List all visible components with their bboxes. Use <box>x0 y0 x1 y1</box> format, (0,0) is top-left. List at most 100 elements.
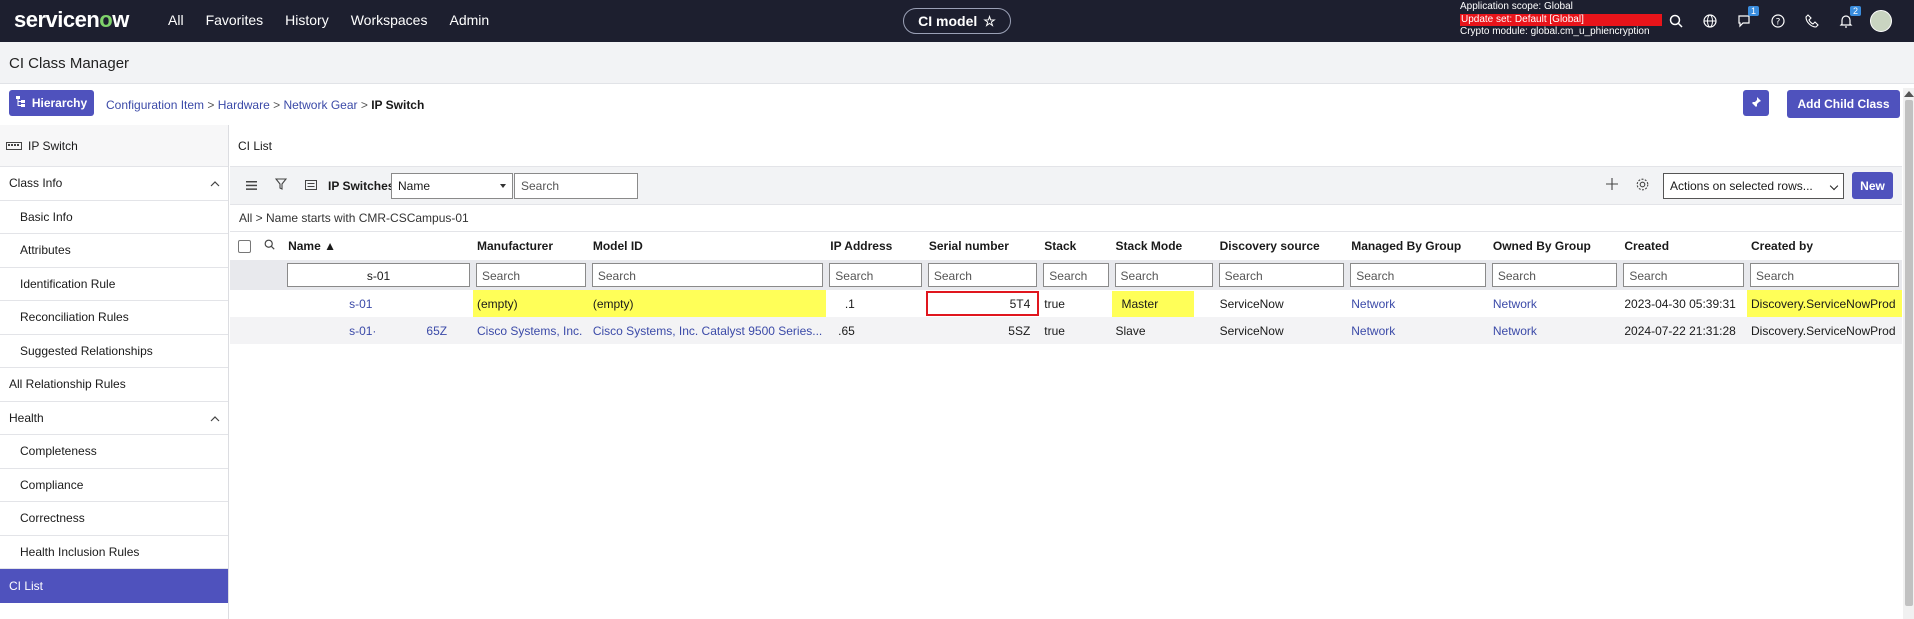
sidebar-item-suggested-relationships[interactable]: Suggested Relationships <box>0 335 228 368</box>
sidebar-item-health-inclusion-rules[interactable]: Health Inclusion Rules <box>0 536 228 569</box>
discovery-search-cell: Search <box>1215 260 1348 290</box>
chat-icon[interactable]: 1 <box>1734 6 1759 31</box>
column-header-name[interactable]: Name ▲ <box>284 232 473 260</box>
column-header-stack-mode[interactable]: Stack Mode <box>1112 232 1216 260</box>
sidebar-item-reconciliation-rules[interactable]: Reconciliation Rules <box>0 301 228 335</box>
hierarchy-button[interactable]: Hierarchy <box>9 90 94 116</box>
cell-discovery-source: ServiceNow <box>1215 317 1348 344</box>
name-search-input[interactable]: s-01 <box>287 263 470 287</box>
stack-search-input[interactable]: Search <box>1043 263 1109 287</box>
column-header-manufacturer[interactable]: Manufacturer <box>473 232 589 260</box>
sidebar-item-compliance[interactable]: Compliance <box>0 469 228 502</box>
crypto-module[interactable]: Crypto module: global.cm_u_phiencryption <box>1460 26 1662 39</box>
list-context-icon[interactable] <box>305 178 317 193</box>
breadcrumb-network-gear[interactable]: Network Gear <box>283 98 357 112</box>
column-header-serial-number[interactable]: Serial number <box>925 232 1040 260</box>
column-header-stack[interactable]: Stack <box>1040 232 1111 260</box>
filter-icon[interactable] <box>274 178 288 193</box>
column-header-discovery-source[interactable]: Discovery source <box>1216 232 1348 260</box>
search-icon[interactable] <box>264 239 275 253</box>
stack-search-cell: Search <box>1040 260 1112 290</box>
select-all-checkbox[interactable] <box>238 240 251 254</box>
sidebar-item-identification-rule[interactable]: Identification Rule <box>0 268 228 301</box>
manufacturer-search-input[interactable]: Search <box>475 263 586 287</box>
hamburger-menu-icon[interactable] <box>246 178 257 193</box>
cell-name-prefix: s-01· <box>349 323 377 338</box>
workspace-pill[interactable]: CI model ☆ <box>903 8 1011 34</box>
discovery-source-search-input[interactable]: Search <box>1218 263 1345 287</box>
cell-managed-by-group[interactable]: Network <box>1347 317 1489 344</box>
sidebar-item-ci-list[interactable]: CI List <box>0 569 228 603</box>
column-header-created-by[interactable]: Created by <box>1747 232 1902 260</box>
filter-breadcrumb[interactable]: All > Name starts with CMR-CSCampus-01 <box>230 205 1902 232</box>
cell-owned-by-group[interactable]: Network <box>1489 290 1621 317</box>
cell-owned-by-group[interactable]: Network <box>1488 317 1621 344</box>
table-row[interactable]: s-01· 65Z Cisco Systems, Inc. Cisco Syste… <box>230 317 1902 344</box>
breadcrumb-hardware[interactable]: Hardware <box>218 98 270 112</box>
column-header-created[interactable]: Created <box>1620 232 1747 260</box>
sidebar-item-correctness[interactable]: Correctness <box>0 502 228 536</box>
star-icon[interactable]: ☆ <box>983 13 996 30</box>
nav-history[interactable]: History <box>285 12 329 28</box>
model-id-search-input[interactable]: Search <box>591 263 824 287</box>
sidebar-item-all-relationship-rules[interactable]: All Relationship Rules <box>0 368 228 402</box>
pin-button[interactable] <box>1743 90 1769 116</box>
cell-stack-mode: Master <box>1111 290 1216 317</box>
ip-address-search-input[interactable]: Search <box>829 263 922 287</box>
cell-managed-by-group[interactable]: Network <box>1347 290 1489 317</box>
chevron-up-icon[interactable] <box>210 176 220 190</box>
cell-manufacturer[interactable]: Cisco Systems, Inc. <box>472 317 589 344</box>
scrollbar-thumb[interactable] <box>1904 100 1913 606</box>
globe-icon[interactable] <box>1700 11 1720 31</box>
nav-workspaces[interactable]: Workspaces <box>351 12 428 28</box>
sidebar-item-basic-info[interactable]: Basic Info <box>0 201 228 234</box>
chevron-up-icon[interactable] <box>210 411 220 425</box>
created-by-search-input[interactable]: Search <box>1750 263 1899 287</box>
add-child-class-button[interactable]: Add Child Class <box>1787 90 1900 118</box>
search-icon[interactable] <box>1666 11 1686 31</box>
actions-on-selected-rows-select[interactable]: Actions on selected rows... <box>1663 173 1844 199</box>
sparkle-icon[interactable] <box>1606 178 1618 193</box>
search-input[interactable]: Search <box>514 173 638 199</box>
caret-down-icon <box>500 184 506 188</box>
cell-model-id[interactable]: Cisco Systems, Inc. Catalyst 9500 Series… <box>588 317 827 344</box>
table-row[interactable]: s-01 (empty) (empty) .1 5T4 true Master … <box>230 290 1902 317</box>
bell-icon[interactable]: 2 <box>1836 6 1861 31</box>
column-header-owned-by-group[interactable]: Owned By Group <box>1489 232 1621 260</box>
managed-by-group-search-input[interactable]: Search <box>1350 263 1486 287</box>
page-scrollbar[interactable] <box>1903 88 1914 619</box>
phone-icon[interactable] <box>1802 11 1822 31</box>
actions-select-value: Actions on selected rows... <box>1670 179 1813 193</box>
servicenow-logo[interactable]: servicenow <box>14 7 129 33</box>
sidebar-item-completeness[interactable]: Completeness <box>0 435 228 469</box>
sidebar-section-class-info[interactable]: Class Info <box>0 167 228 201</box>
serial-number-search-input[interactable]: Search <box>927 263 1038 287</box>
breadcrumb-separator: > <box>360 98 372 112</box>
new-button[interactable]: New <box>1852 172 1893 199</box>
cell-name[interactable]: s-01 <box>284 290 473 317</box>
update-set[interactable]: Update set: Default [Global] <box>1460 13 1662 26</box>
stack-mode-search-input[interactable]: Search <box>1114 263 1213 287</box>
cell-serial-number: 5SZ <box>924 317 1041 344</box>
cell-name[interactable]: s-01· 65Z <box>284 317 473 344</box>
column-header-managed-by-group[interactable]: Managed By Group <box>1347 232 1489 260</box>
scroll-up-arrow-icon[interactable] <box>1903 91 1914 97</box>
sidebar-section-health[interactable]: Health <box>0 402 228 435</box>
nav-favorites[interactable]: Favorites <box>206 12 264 28</box>
application-scope[interactable]: Application scope: Global <box>1460 1 1662 14</box>
nav-admin[interactable]: Admin <box>449 12 489 28</box>
gear-icon[interactable] <box>1636 178 1649 194</box>
sidebar-class-header[interactable]: IP Switch <box>0 125 228 167</box>
column-header-ip-address[interactable]: IP Address <box>826 232 925 260</box>
search-field-select[interactable]: Name <box>391 173 513 199</box>
nav-all[interactable]: All <box>168 12 184 28</box>
avatar[interactable] <box>1870 10 1892 32</box>
column-header-model-id[interactable]: Model ID <box>589 232 826 260</box>
breadcrumb-configuration-item[interactable]: Configuration Item <box>106 98 204 112</box>
sidebar-item-attributes[interactable]: Attributes <box>0 234 228 268</box>
cell-name-suffix: 65Z <box>426 323 448 338</box>
owned-by-group-search-input[interactable]: Search <box>1491 263 1618 287</box>
created-search-input[interactable]: Search <box>1623 263 1745 287</box>
help-icon[interactable]: ? <box>1768 11 1788 31</box>
sidebar-item-label: Class Info <box>9 176 63 191</box>
